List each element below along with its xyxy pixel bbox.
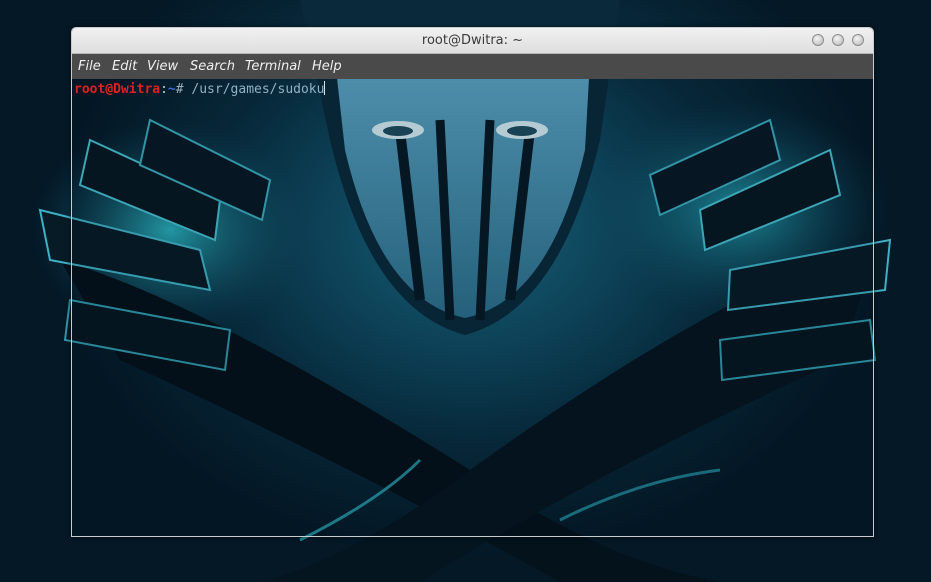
command-text: /usr/games/sudoku [191, 82, 325, 97]
close-icon[interactable] [852, 34, 864, 46]
terminal-output[interactable]: root@Dwitra:~# /usr/games/sudoku [72, 79, 873, 536]
menu-terminal[interactable]: Terminal [245, 54, 301, 79]
terminal-window[interactable]: root@Dwitra: ~ File Edit View Search Ter… [71, 27, 874, 537]
window-title: root@Dwitra: ~ [421, 33, 524, 48]
prompt-separator: : [160, 82, 168, 97]
command-line: root@Dwitra:~# /usr/games/sudoku [74, 81, 326, 98]
menu-bar: File Edit View Search Terminal Help [72, 54, 873, 79]
menu-edit[interactable]: Edit [112, 54, 137, 79]
minimize-icon[interactable] [812, 34, 824, 46]
menu-search[interactable]: Search [190, 54, 235, 79]
maximize-icon[interactable] [832, 34, 844, 46]
menu-file[interactable]: File [78, 54, 101, 79]
title-bar[interactable]: root@Dwitra: ~ [72, 28, 873, 54]
prompt-user: root@Dwitra [74, 82, 161, 97]
menu-view[interactable]: View [147, 54, 178, 79]
menu-help[interactable]: Help [312, 54, 342, 79]
prompt-symbol: # [175, 82, 192, 97]
desktop: root@Dwitra: ~ File Edit View Search Ter… [0, 0, 931, 582]
prompt-path: ~ [167, 82, 176, 97]
text-cursor [324, 81, 326, 95]
